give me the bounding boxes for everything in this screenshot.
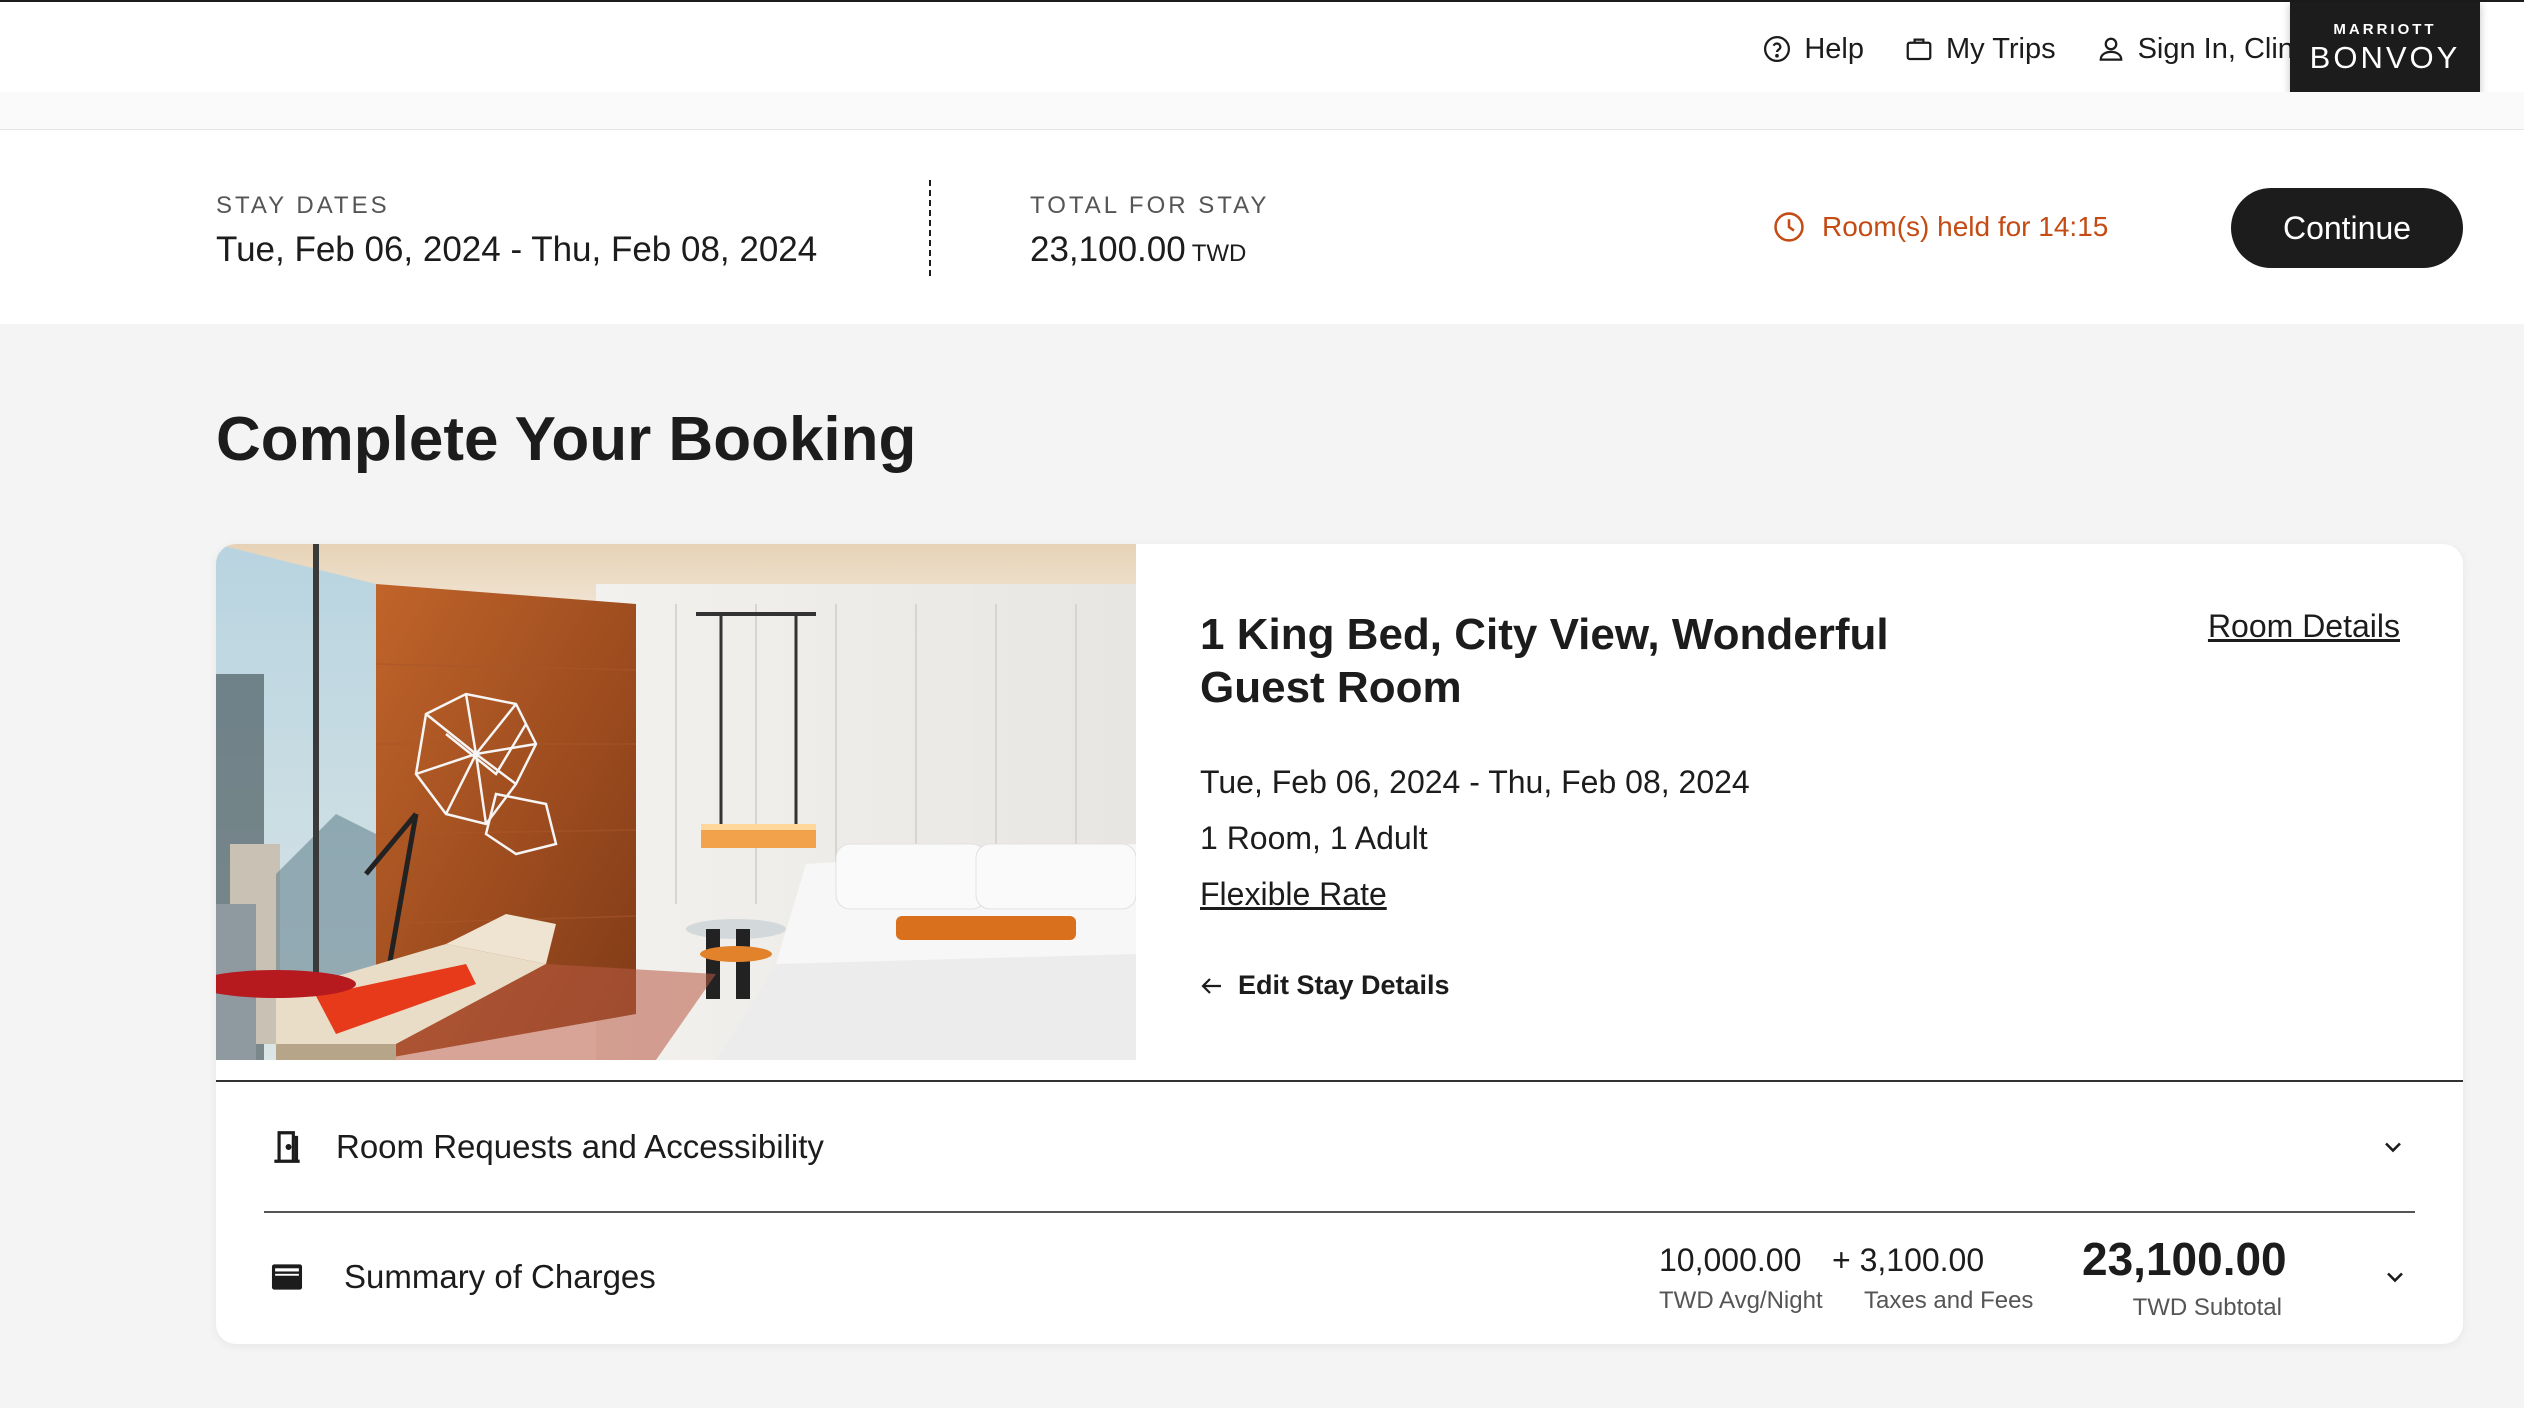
room-hold-text: Room(s) held for 14:15 — [1822, 211, 2109, 242]
subtotal-label: TWD Subtotal — [2132, 1294, 2282, 1321]
stay-dates-label: STAY DATES — [216, 192, 390, 219]
room-title: 1 King Bed, City View, Wonderful Guest R… — [1200, 610, 1889, 712]
summary-of-charges-accordion[interactable]: Summary of Charges 10,000.00 TWD Avg/Nig… — [216, 1212, 2463, 1342]
help-link[interactable]: Help — [1762, 33, 1864, 66]
avg-night-value: 10,000.00 — [1659, 1242, 1802, 1278]
help-circle-icon — [1764, 36, 1791, 62]
total-currency: TWD — [1191, 240, 1247, 267]
stay-dates-block: STAY DATES Tue, Feb 06, 2024 - Thu, Feb … — [216, 192, 817, 270]
hotel-room-image — [216, 544, 1136, 1060]
avg-night-label: TWD Avg/Night — [1659, 1287, 1823, 1314]
stay-summary-bar: STAY DATES Tue, Feb 06, 2024 - Thu, Feb … — [0, 130, 2524, 324]
top-navigation: Help My Trips Sign In, Clint MARRIOTT BO… — [0, 0, 2524, 94]
logo-brand-top: MARRIOTT — [2333, 20, 2437, 38]
stay-bar-divider — [929, 180, 931, 276]
subtotal-charge: 23,100.00 TWD Subtotal — [2082, 1233, 2287, 1322]
continue-button[interactable]: Continue — [2231, 188, 2463, 268]
page-title: Complete Your Booking — [216, 405, 917, 474]
room-requests-accordion[interactable]: Room Requests and Accessibility — [216, 1082, 2463, 1212]
clock-icon — [1774, 212, 1804, 242]
charges-summary: 10,000.00 TWD Avg/Night + 3,100.00 Taxes… — [216, 1212, 2463, 1342]
my-trips-link-label: My Trips — [1946, 32, 2056, 65]
help-link-label: Help — [1804, 32, 1865, 65]
subnav-strip — [0, 92, 2524, 130]
flexible-rate-link[interactable]: Flexible Rate — [1200, 878, 1387, 910]
edit-stay-details-label: Edit Stay Details — [1238, 970, 1450, 1000]
avg-night-charge: 10,000.00 TWD Avg/Night — [1659, 1242, 1823, 1315]
taxes-value: + 3,100.00 — [1832, 1242, 1985, 1278]
marriott-bonvoy-logo[interactable]: MARRIOTT BONVOY — [2290, 2, 2480, 94]
room-details-link[interactable]: Room Details — [2208, 608, 2400, 645]
stay-dates-value: Tue, Feb 06, 2024 - Thu, Feb 08, 2024 — [216, 230, 818, 269]
logo-brand-main: BONVOY — [2309, 39, 2461, 75]
room-rate-row: Flexible Rate — [1200, 878, 2400, 910]
sign-in-link[interactable]: Sign In, Clint — [2096, 33, 2302, 66]
taxes-label: Taxes and Fees — [1864, 1287, 2034, 1314]
total-for-stay-block: TOTAL FOR STAY 23,100.00 TWD — [1030, 192, 1269, 270]
my-trips-link[interactable]: My Trips — [1904, 33, 2056, 66]
total-for-stay-value: 23,100.00 TWD — [1030, 230, 1269, 270]
subtotal-value: 23,100.00 — [2082, 1233, 2287, 1285]
room-photo — [216, 544, 1136, 1060]
room-occupancy: 1 Room, 1 Adult — [1200, 820, 1428, 856]
briefcase-icon — [1906, 38, 1932, 61]
arrow-left-icon — [1201, 977, 1221, 994]
room-hold-timer: Room(s) held for 14:15 — [1772, 210, 2108, 244]
taxes-charge: + 3,100.00 Taxes and Fees — [1832, 1242, 2033, 1315]
room-stay-dates: Tue, Feb 06, 2024 - Thu, Feb 08, 2024 — [1200, 764, 1750, 800]
user-icon — [2099, 37, 2122, 61]
edit-stay-details-link[interactable]: Edit Stay Details — [1200, 970, 2400, 1001]
total-for-stay-label: TOTAL FOR STAY — [1030, 192, 1270, 219]
room-requests-label: Room Requests and Accessibility — [336, 1128, 824, 1165]
door-icon — [274, 1131, 300, 1163]
booking-card: 1 King Bed, City View, Wonderful Guest R… — [216, 544, 2463, 1344]
total-amount: 23,100.00 — [1030, 230, 1186, 269]
sign-in-link-label: Sign In, Clint — [2137, 32, 2302, 65]
nav-links: Help My Trips Sign In, Clint — [1762, 28, 2302, 70]
chevron-down-icon[interactable] — [2379, 1133, 2407, 1161]
chevron-down-icon[interactable] — [2381, 1263, 2409, 1291]
room-info: 1 King Bed, City View, Wonderful Guest R… — [1200, 608, 2400, 1001]
